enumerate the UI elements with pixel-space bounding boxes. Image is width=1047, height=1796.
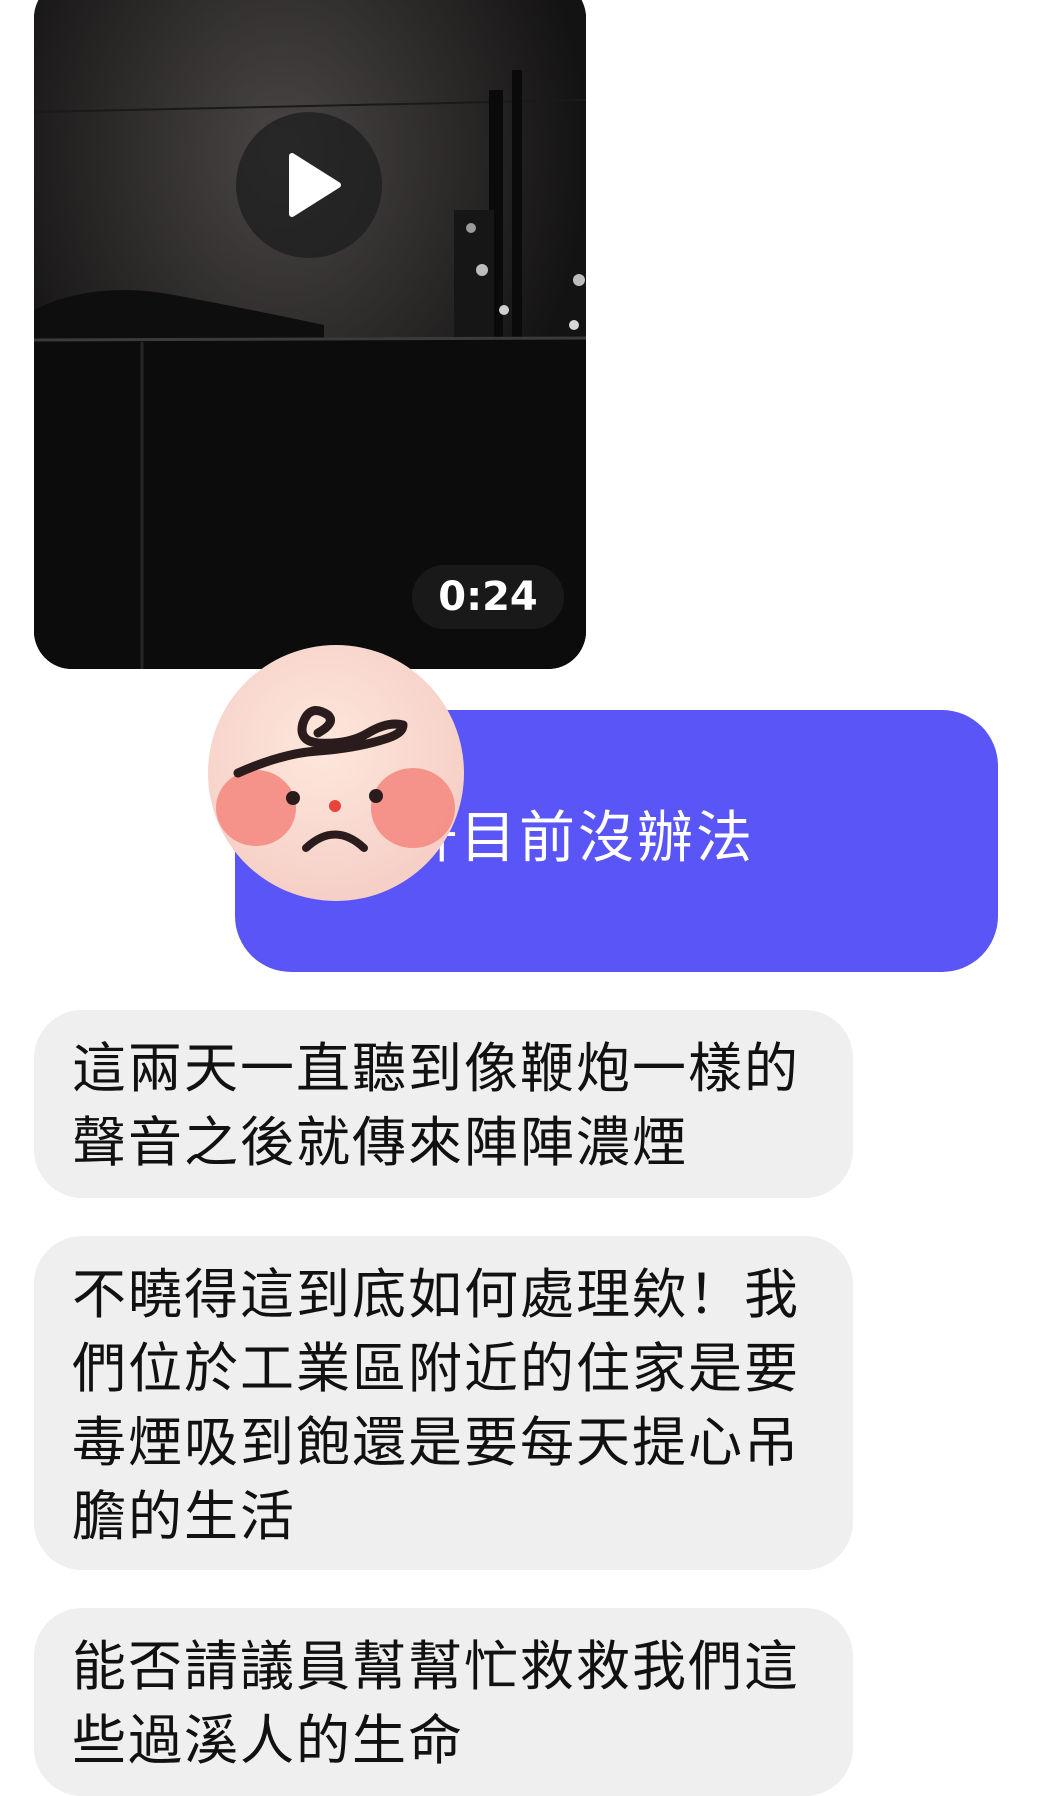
incoming-message-bubble[interactable]: 這兩天一直聽到像鞭炮一樣的聲音之後就傳來陣陣濃煙 bbox=[34, 1010, 853, 1198]
incoming-message-bubble[interactable]: 不曉得這到底如何處理欸！我們位於工業區附近的住家是要毒煙吸到飽還是要每天提心吊膽… bbox=[34, 1236, 853, 1570]
incoming-message-text: 不曉得這到底如何處理欸！我們位於工業區附近的住家是要毒煙吸到飽還是要每天提心吊膽… bbox=[72, 1263, 800, 1548]
incoming-message-text: 能否請議員幫幫忙救救我們這些過溪人的生命 bbox=[72, 1635, 800, 1772]
sad-face-sticker-icon[interactable] bbox=[198, 633, 478, 913]
video-message[interactable]: 0:24 bbox=[34, 0, 586, 669]
play-icon bbox=[289, 153, 341, 217]
incoming-message-bubble[interactable]: 能否請議員幫幫忙救救我們這些過溪人的生命 bbox=[34, 1608, 853, 1796]
play-button[interactable] bbox=[236, 112, 382, 258]
video-duration: 0:24 bbox=[412, 565, 564, 629]
incoming-message-text: 這兩天一直聽到像鞭炮一樣的聲音之後就傳來陣陣濃煙 bbox=[72, 1037, 800, 1174]
